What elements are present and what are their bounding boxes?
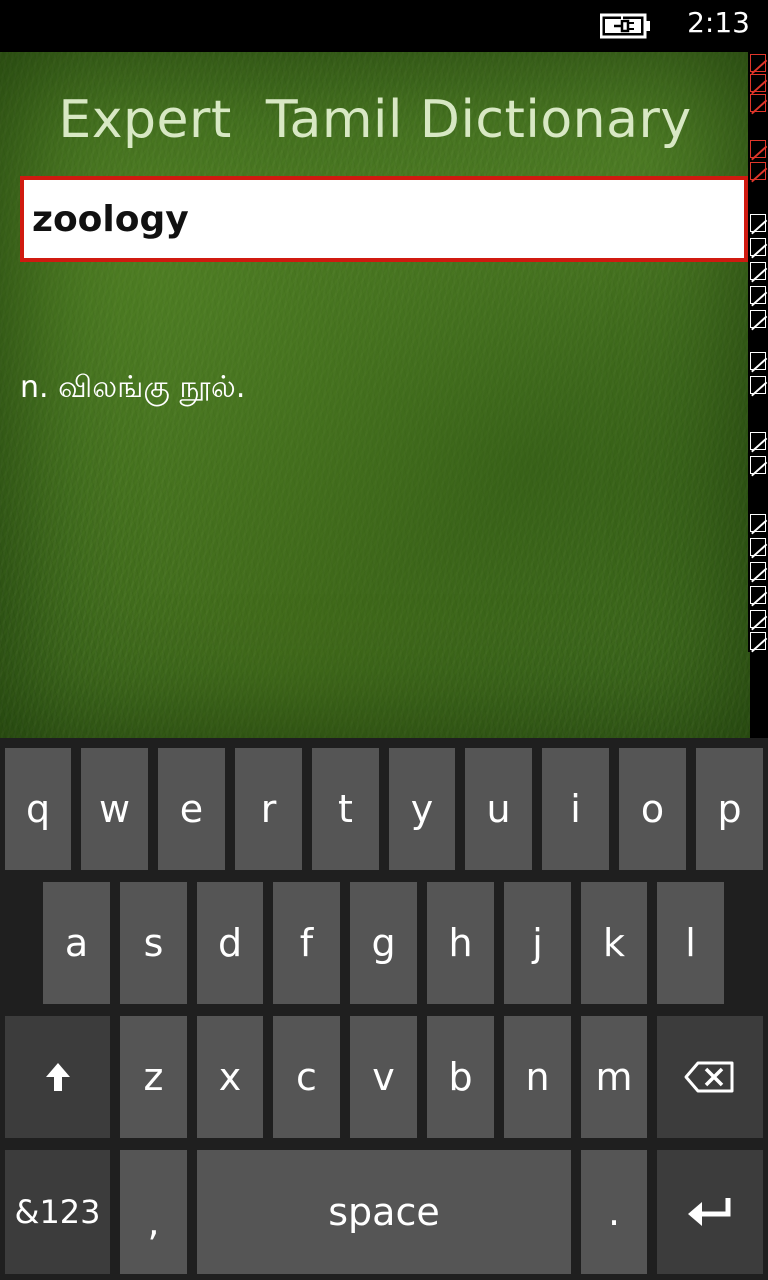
glyph-box-icon: [750, 162, 766, 180]
key-w[interactable]: w: [81, 748, 148, 870]
key-h[interactable]: h: [427, 882, 494, 1004]
key-c[interactable]: c: [273, 1016, 340, 1138]
overlay-strip: [748, 52, 768, 652]
glyph-box-icon: [750, 214, 766, 232]
key-v[interactable]: v: [350, 1016, 417, 1138]
glyph-box-icon: [750, 432, 766, 450]
glyph-box-icon: [750, 310, 766, 328]
enter-icon: [688, 1198, 731, 1226]
glyph-box-icon: [750, 262, 766, 280]
key-i[interactable]: i: [542, 748, 609, 870]
key-o[interactable]: o: [619, 748, 686, 870]
key-m[interactable]: m: [581, 1016, 647, 1138]
key-y[interactable]: y: [389, 748, 455, 870]
key-s[interactable]: s: [120, 882, 187, 1004]
glyph-box-icon: [750, 94, 766, 112]
key-p[interactable]: p: [696, 748, 763, 870]
shift-arrow-icon: [45, 1063, 70, 1091]
comma-key[interactable]: ,: [120, 1150, 187, 1274]
battery-charging-icon: [600, 13, 650, 39]
key-r[interactable]: r: [235, 748, 302, 870]
key-d[interactable]: d: [197, 882, 263, 1004]
glyph-box-icon: [750, 632, 766, 650]
key-z[interactable]: z: [120, 1016, 187, 1138]
backspace-icon: [684, 1061, 734, 1093]
key-u[interactable]: u: [465, 748, 532, 870]
glyph-box-icon: [750, 456, 766, 474]
key-k[interactable]: k: [581, 882, 647, 1004]
numbers-key[interactable]: &123: [5, 1150, 110, 1274]
glyph-box-icon: [750, 538, 766, 556]
glyph-box-icon: [750, 238, 766, 256]
glyph-box-icon: [750, 54, 766, 72]
key-f[interactable]: f: [273, 882, 340, 1004]
glyph-box-icon: [750, 562, 766, 580]
key-e[interactable]: e: [158, 748, 225, 870]
glyph-box-icon: [750, 286, 766, 304]
on-screen-keyboard: q w e r t y u i o p a s d f g h j k l z …: [0, 738, 768, 1280]
period-key[interactable]: .: [581, 1150, 647, 1274]
shift-key[interactable]: [5, 1016, 110, 1138]
status-bar: 2:13: [0, 0, 768, 52]
key-n[interactable]: n: [504, 1016, 571, 1138]
dictionary-app: Expert Tamil Dictionary n. விலங்கு நூல்.: [0, 52, 750, 738]
search-box[interactable]: [20, 176, 748, 262]
glyph-box-icon: [750, 610, 766, 628]
space-key[interactable]: space: [197, 1150, 571, 1274]
glyph-box-icon: [750, 376, 766, 394]
key-j[interactable]: j: [504, 882, 571, 1004]
glyph-box-icon: [750, 514, 766, 532]
key-t[interactable]: t: [312, 748, 379, 870]
glyph-box-icon: [750, 140, 766, 158]
glyph-box-icon: [750, 586, 766, 604]
key-g[interactable]: g: [350, 882, 417, 1004]
backspace-key[interactable]: [657, 1016, 763, 1138]
definition-text: n. விலங்கு நூல்.: [20, 370, 246, 405]
key-x[interactable]: x: [197, 1016, 263, 1138]
glyph-box-icon: [750, 74, 766, 92]
key-a[interactable]: a: [43, 882, 110, 1004]
enter-key[interactable]: [657, 1150, 763, 1274]
key-b[interactable]: b: [427, 1016, 494, 1138]
key-l[interactable]: l: [657, 882, 724, 1004]
glyph-box-icon: [750, 352, 766, 370]
phone-screen: 2:13 Expert Tamil Dictionary n. விலங்கு …: [0, 0, 768, 1280]
page-title: Expert Tamil Dictionary: [58, 90, 692, 150]
search-input[interactable]: [24, 180, 744, 258]
clock: 2:13: [687, 6, 750, 39]
key-q[interactable]: q: [5, 748, 71, 870]
